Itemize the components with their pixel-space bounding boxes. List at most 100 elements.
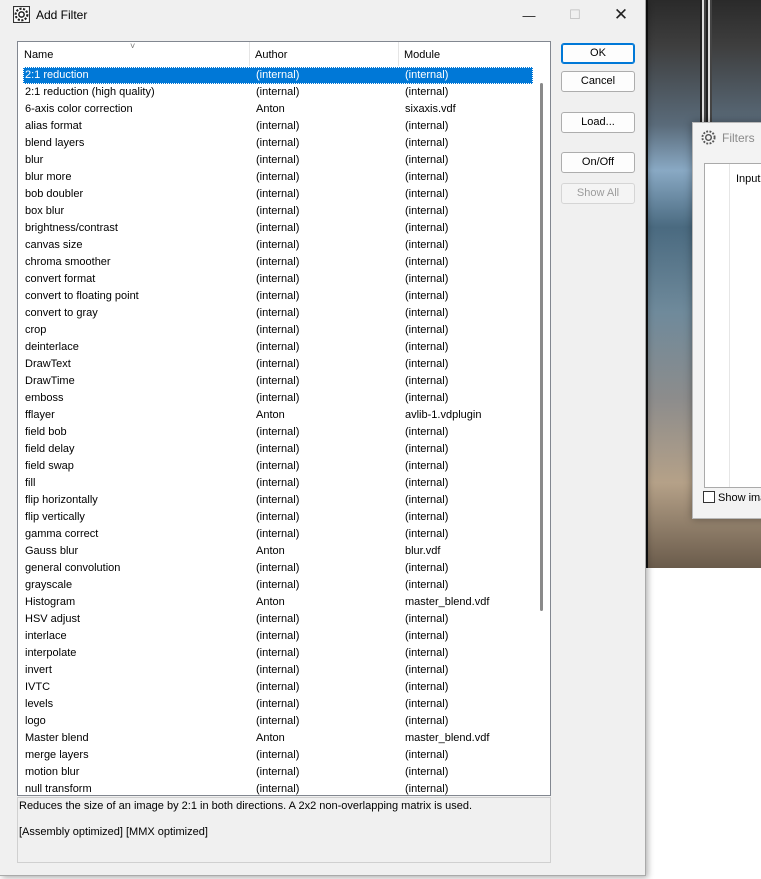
table-row[interactable]: deinterlace (internal) (internal) — [23, 339, 533, 356]
table-row[interactable]: invert (internal) (internal) — [23, 662, 533, 679]
filter-name: Gauss blur — [25, 545, 79, 557]
table-row[interactable]: IVTC (internal) (internal) — [23, 679, 533, 696]
table-row[interactable]: null transform (internal) (internal) — [23, 781, 533, 795]
filter-module: master_blend.vdf — [405, 596, 490, 608]
filter-name: null transform — [25, 783, 92, 795]
maximize-button[interactable]: ☐ — [552, 0, 598, 30]
filter-name: general convolution — [25, 562, 121, 574]
table-row[interactable]: crop (internal) (internal) — [23, 322, 533, 339]
table-row[interactable]: levels (internal) (internal) — [23, 696, 533, 713]
filter-module: (internal) — [405, 477, 449, 489]
table-row[interactable]: interpolate (internal) (internal) — [23, 645, 533, 662]
filter-module: blur.vdf — [405, 545, 441, 557]
close-button[interactable]: ✕ — [598, 0, 644, 30]
column-separator — [729, 164, 730, 487]
filter-name: box blur — [25, 205, 65, 217]
table-row[interactable]: Gauss blur Anton blur.vdf — [23, 543, 533, 560]
table-row[interactable]: blur more (internal) (internal) — [23, 169, 533, 186]
table-row[interactable]: general convolution (internal) (internal) — [23, 560, 533, 577]
cancel-button[interactable]: Cancel — [561, 71, 635, 92]
column-header-name[interactable]: Name — [18, 42, 53, 66]
table-row[interactable]: box blur (internal) (internal) — [23, 203, 533, 220]
column-header-module[interactable]: Module — [398, 42, 440, 66]
table-row[interactable]: Master blend Anton master_blend.vdf — [23, 730, 533, 747]
column-header-input[interactable]: Input — [736, 173, 760, 185]
table-row[interactable]: gamma correct (internal) (internal) — [23, 526, 533, 543]
table-row[interactable]: 2:1 reduction (high quality) (internal) (i… — [23, 84, 533, 101]
show-image-checkbox[interactable]: Show ima — [703, 491, 761, 504]
app-gear-icon — [13, 6, 30, 23]
table-row[interactable]: motion blur (internal) (internal) — [23, 764, 533, 781]
table-row[interactable]: logo (internal) (internal) — [23, 713, 533, 730]
table-row[interactable]: fill (internal) (internal) — [23, 475, 533, 492]
filter-module: (internal) — [405, 698, 449, 710]
filter-name: chroma smoother — [25, 256, 111, 268]
filter-module: (internal) — [405, 256, 449, 268]
table-row[interactable]: chroma smoother (internal) (internal) — [23, 254, 533, 271]
table-row[interactable]: canvas size (internal) (internal) — [23, 237, 533, 254]
checkbox-box[interactable] — [703, 491, 715, 503]
load-button[interactable]: Load... — [561, 112, 635, 133]
filter-author: (internal) — [256, 562, 300, 574]
filter-name: interlace — [25, 630, 67, 642]
table-row[interactable]: emboss (internal) (internal) — [23, 390, 533, 407]
table-row[interactable]: 6-axis color correction Anton sixaxis.vdf — [23, 101, 533, 118]
vertical-scrollbar[interactable] — [535, 67, 550, 795]
table-row[interactable]: flip horizontally (internal) (internal) — [23, 492, 533, 509]
table-row[interactable]: blend layers (internal) (internal) — [23, 135, 533, 152]
ok-button[interactable]: OK — [561, 43, 635, 64]
filter-module: (internal) — [405, 171, 449, 183]
filters-list[interactable]: Input — [704, 163, 761, 488]
title-bar[interactable]: Add Filter — ☐ ✕ — [0, 0, 645, 30]
filter-author: (internal) — [256, 783, 300, 795]
filter-list[interactable]: Name ˅ Author Module 2:1 reduction (inter… — [17, 41, 551, 796]
filter-module: (internal) — [405, 154, 449, 166]
table-row[interactable]: bob doubler (internal) (internal) — [23, 186, 533, 203]
table-row[interactable]: flip vertically (internal) (internal) — [23, 509, 533, 526]
filter-name: blur more — [25, 171, 72, 183]
filter-author: (internal) — [256, 188, 300, 200]
filter-author: (internal) — [256, 154, 300, 166]
table-row[interactable]: brightness/contrast (internal) (internal) — [23, 220, 533, 237]
table-row[interactable]: field delay (internal) (internal) — [23, 441, 533, 458]
table-row[interactable]: DrawText (internal) (internal) — [23, 356, 533, 373]
filter-module: master_blend.vdf — [405, 732, 490, 744]
table-row[interactable]: 2:1 reduction (internal) (internal) — [23, 67, 533, 84]
table-row[interactable]: field bob (internal) (internal) — [23, 424, 533, 441]
filter-name: merge layers — [25, 749, 89, 761]
table-row[interactable]: convert to floating point (internal) (inte… — [23, 288, 533, 305]
filter-name: convert to floating point — [25, 290, 139, 302]
filter-author: (internal) — [256, 477, 300, 489]
table-row[interactable]: blur (internal) (internal) — [23, 152, 533, 169]
filter-author: (internal) — [256, 528, 300, 540]
list-rows: 2:1 reduction (internal) (internal) 2:1 red… — [23, 67, 533, 795]
filter-description-box: Reduces the size of an image by 2:1 in b… — [17, 797, 551, 863]
table-row[interactable]: convert to gray (internal) (internal) — [23, 305, 533, 322]
filter-name: logo — [25, 715, 46, 727]
filter-module: (internal) — [405, 69, 449, 81]
table-row[interactable]: Histogram Anton master_blend.vdf — [23, 594, 533, 611]
table-row[interactable]: interlace (internal) (internal) — [23, 628, 533, 645]
table-row[interactable]: convert format (internal) (internal) — [23, 271, 533, 288]
on-off-button[interactable]: On/Off — [561, 152, 635, 173]
filter-name: alias format — [25, 120, 82, 132]
filters-window[interactable]: Filters Input Show ima — [692, 122, 761, 519]
table-row[interactable]: fflayer Anton avlib-1.vdplugin — [23, 407, 533, 424]
table-row[interactable]: field swap (internal) (internal) — [23, 458, 533, 475]
column-header-author[interactable]: Author — [249, 42, 287, 66]
table-row[interactable]: HSV adjust (internal) (internal) — [23, 611, 533, 628]
filter-author: (internal) — [256, 86, 300, 98]
filter-author: Anton — [256, 596, 285, 608]
scrollbar-thumb[interactable] — [540, 83, 543, 611]
filter-name: gamma correct — [25, 528, 99, 540]
filter-name: field bob — [25, 426, 67, 438]
table-row[interactable]: grayscale (internal) (internal) — [23, 577, 533, 594]
show-all-button[interactable]: Show All — [561, 183, 635, 204]
filter-module: (internal) — [405, 443, 449, 455]
dialog-title: Add Filter — [36, 8, 88, 22]
table-row[interactable]: alias format (internal) (internal) — [23, 118, 533, 135]
minimize-button[interactable]: — — [506, 0, 552, 30]
table-row[interactable]: DrawTime (internal) (internal) — [23, 373, 533, 390]
sort-ascending-icon: ˅ — [130, 41, 136, 51]
table-row[interactable]: merge layers (internal) (internal) — [23, 747, 533, 764]
